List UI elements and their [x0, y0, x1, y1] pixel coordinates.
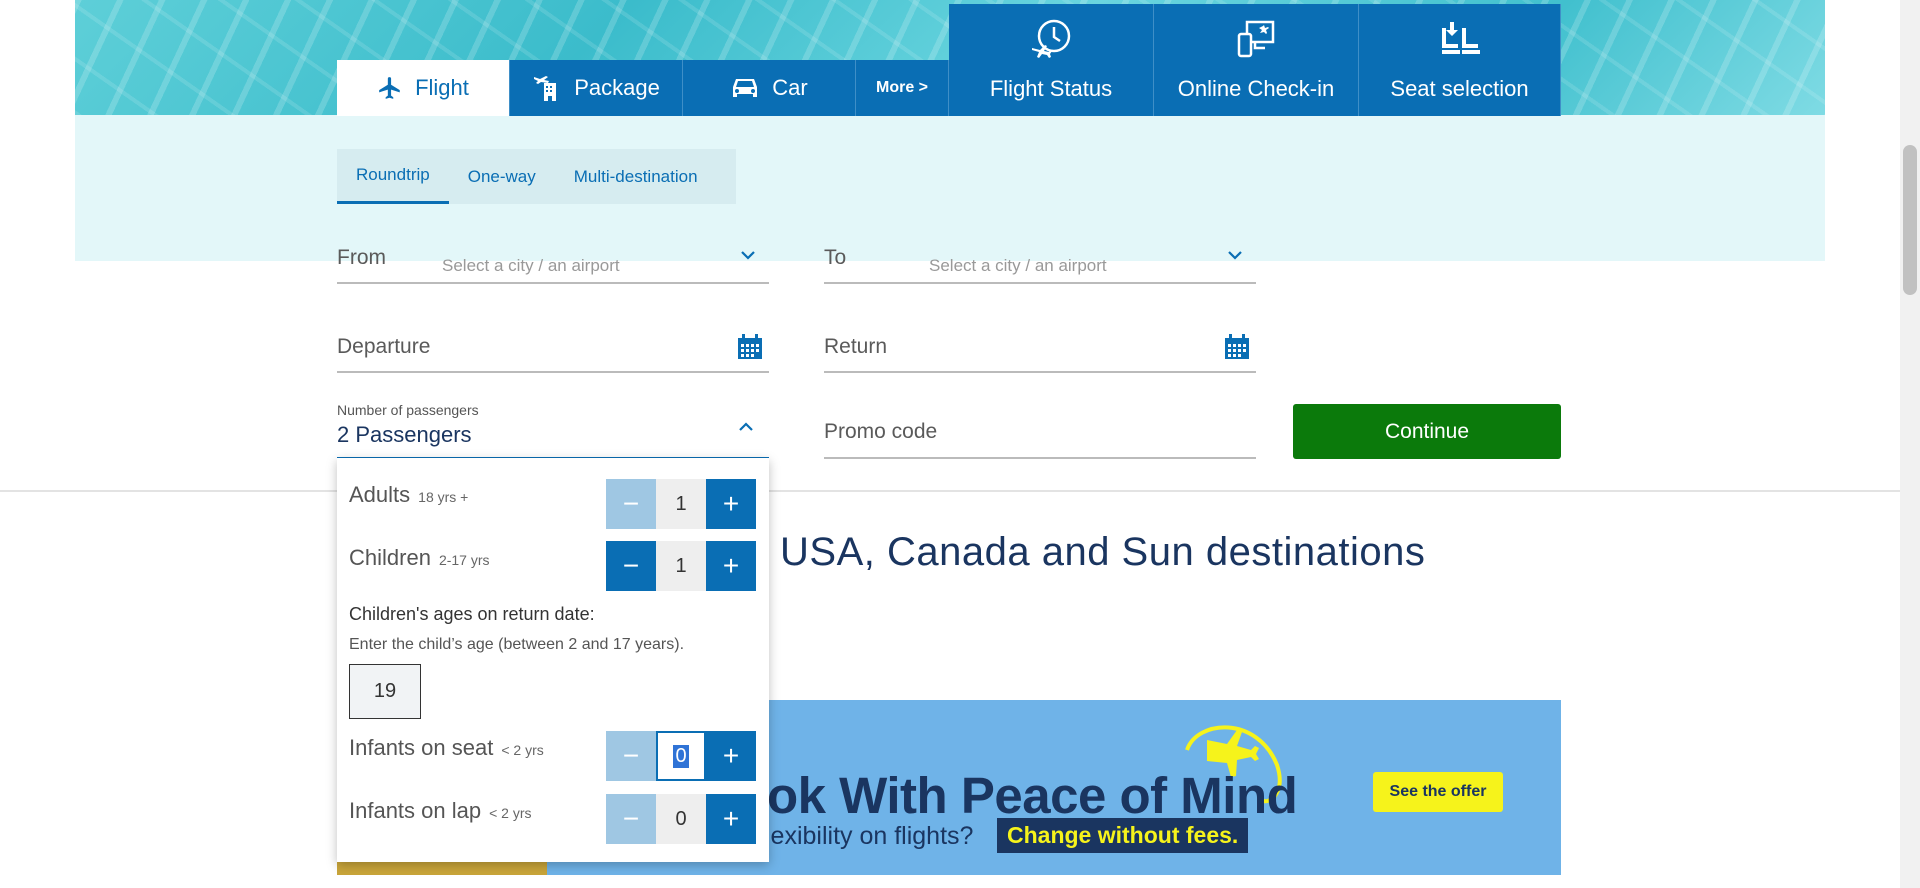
chevron-down-icon [739, 246, 757, 269]
banner-tag: Change without fees. [997, 818, 1249, 853]
return-label: Return [824, 335, 888, 358]
chevron-up-icon [737, 418, 755, 441]
infants-seat-count[interactable]: 0 [656, 731, 706, 781]
to-label: To [824, 246, 847, 269]
calendar-icon [737, 334, 763, 365]
infants-lap-label: Infants on lap < 2 yrs [349, 798, 532, 824]
passengers-value: 2 Passengers [337, 422, 472, 447]
see-offer-button[interactable]: See the offer [1373, 772, 1503, 812]
infants-lap-stepper: − 0 + [606, 794, 756, 844]
children-stepper: − 1 + [606, 541, 756, 591]
banner-subtitle: lexibility on flights? [765, 822, 974, 850]
adults-decrement-button[interactable]: − [606, 479, 656, 529]
adults-label-text: Adults [349, 482, 411, 507]
tool-label: Online Check-in [1177, 76, 1335, 101]
infants-seat-range: < 2 yrs [501, 742, 544, 758]
tool-label: Flight Status [989, 76, 1113, 101]
infants-seat-label-text: Infants on seat [349, 735, 494, 760]
online-checkin-button[interactable]: Online Check-in [1154, 4, 1359, 116]
infants-lap-decrement-button[interactable]: − [606, 794, 656, 844]
passengers-label: Number of passengers [337, 402, 479, 418]
panel-divider [0, 490, 1900, 492]
tab-label: Car [772, 75, 808, 100]
infants-lap-increment-button[interactable]: + [706, 794, 756, 844]
infants-seat-stepper: − 0 + [606, 731, 756, 781]
tab-flight[interactable]: Flight [337, 60, 510, 116]
chevron-down-icon [1226, 246, 1244, 269]
seats-icon [1436, 18, 1484, 66]
clock-plane-icon [1030, 18, 1072, 66]
infants-seat-increment-button[interactable]: + [706, 731, 756, 781]
trip-multi-destination[interactable]: Multi-destination [555, 149, 717, 204]
hotel-plane-icon [532, 73, 562, 103]
banner-title: ok With Peace of Mind [767, 767, 1298, 824]
passengers-dropdown: Adults 18 yrs + − 1 + Children 2-17 yrs − … [337, 458, 769, 862]
trip-roundtrip[interactable]: Roundtrip [337, 149, 449, 204]
infants-seat-decrement-button[interactable]: − [606, 731, 656, 781]
child-age-input[interactable]: 19 [349, 664, 421, 719]
adults-range: 18 yrs + [418, 489, 469, 505]
from-placeholder: Select a city / an airport [442, 256, 620, 275]
adults-stepper: − 1 + [606, 479, 756, 529]
infants-lap-label-text: Infants on lap [349, 798, 482, 823]
return-field[interactable]: Return [824, 330, 1256, 373]
passengers-field[interactable]: Number of passengers 2 Passengers [337, 400, 769, 459]
tool-label: Seat selection [1390, 76, 1529, 101]
tab-label: More > [875, 79, 928, 96]
tab-label: Flight [415, 75, 469, 100]
scrollbar-thumb[interactable] [1903, 145, 1917, 295]
promo-code-label: Promo code [824, 420, 938, 443]
infants-seat-value: 0 [673, 744, 689, 768]
plane-icon [377, 75, 403, 101]
trip-type-selector: Roundtrip One-way Multi-destination [337, 149, 736, 204]
tab-more[interactable]: More > [856, 60, 949, 116]
promo-code-field[interactable]: Promo code [824, 415, 1256, 459]
seat-selection-button[interactable]: Seat selection [1359, 4, 1561, 116]
to-field[interactable]: To Select a city / an airport [824, 240, 1256, 284]
page-scrollbar[interactable] [1900, 0, 1920, 888]
car-icon [730, 75, 760, 101]
adults-count[interactable]: 1 [656, 479, 706, 529]
from-field[interactable]: From Select a city / an airport [337, 240, 769, 284]
children-ages-hint: Enter the child’s age (between 2 and 17 … [349, 636, 685, 653]
infants-lap-count[interactable]: 0 [656, 794, 706, 844]
adults-label: Adults 18 yrs + [349, 482, 468, 508]
adults-increment-button[interactable]: + [706, 479, 756, 529]
trip-one-way[interactable]: One-way [449, 149, 555, 204]
tab-package[interactable]: Package [510, 60, 683, 116]
children-label: Children 2-17 yrs [349, 545, 490, 571]
children-ages-title: Children's ages on return date: [349, 604, 595, 624]
screen-phone-icon [1235, 18, 1277, 66]
children-count[interactable]: 1 [656, 541, 706, 591]
departure-field[interactable]: Departure [337, 330, 769, 373]
departure-label: Departure [337, 335, 431, 358]
infants-seat-label: Infants on seat < 2 yrs [349, 735, 544, 761]
children-range: 2-17 yrs [438, 552, 490, 568]
promo-heading: USA, Canada and Sun destinations [780, 530, 1426, 574]
calendar-icon [1224, 334, 1250, 365]
from-label: From [337, 246, 386, 269]
tab-label: Package [574, 75, 660, 100]
tab-car[interactable]: Car [683, 60, 856, 116]
children-label-text: Children [349, 545, 431, 570]
infants-lap-range: < 2 yrs [489, 805, 532, 821]
to-placeholder: Select a city / an airport [929, 256, 1107, 275]
continue-button[interactable]: Continue [1293, 404, 1561, 459]
flight-status-button[interactable]: Flight Status [949, 4, 1154, 116]
children-increment-button[interactable]: + [706, 541, 756, 591]
children-decrement-button[interactable]: − [606, 541, 656, 591]
